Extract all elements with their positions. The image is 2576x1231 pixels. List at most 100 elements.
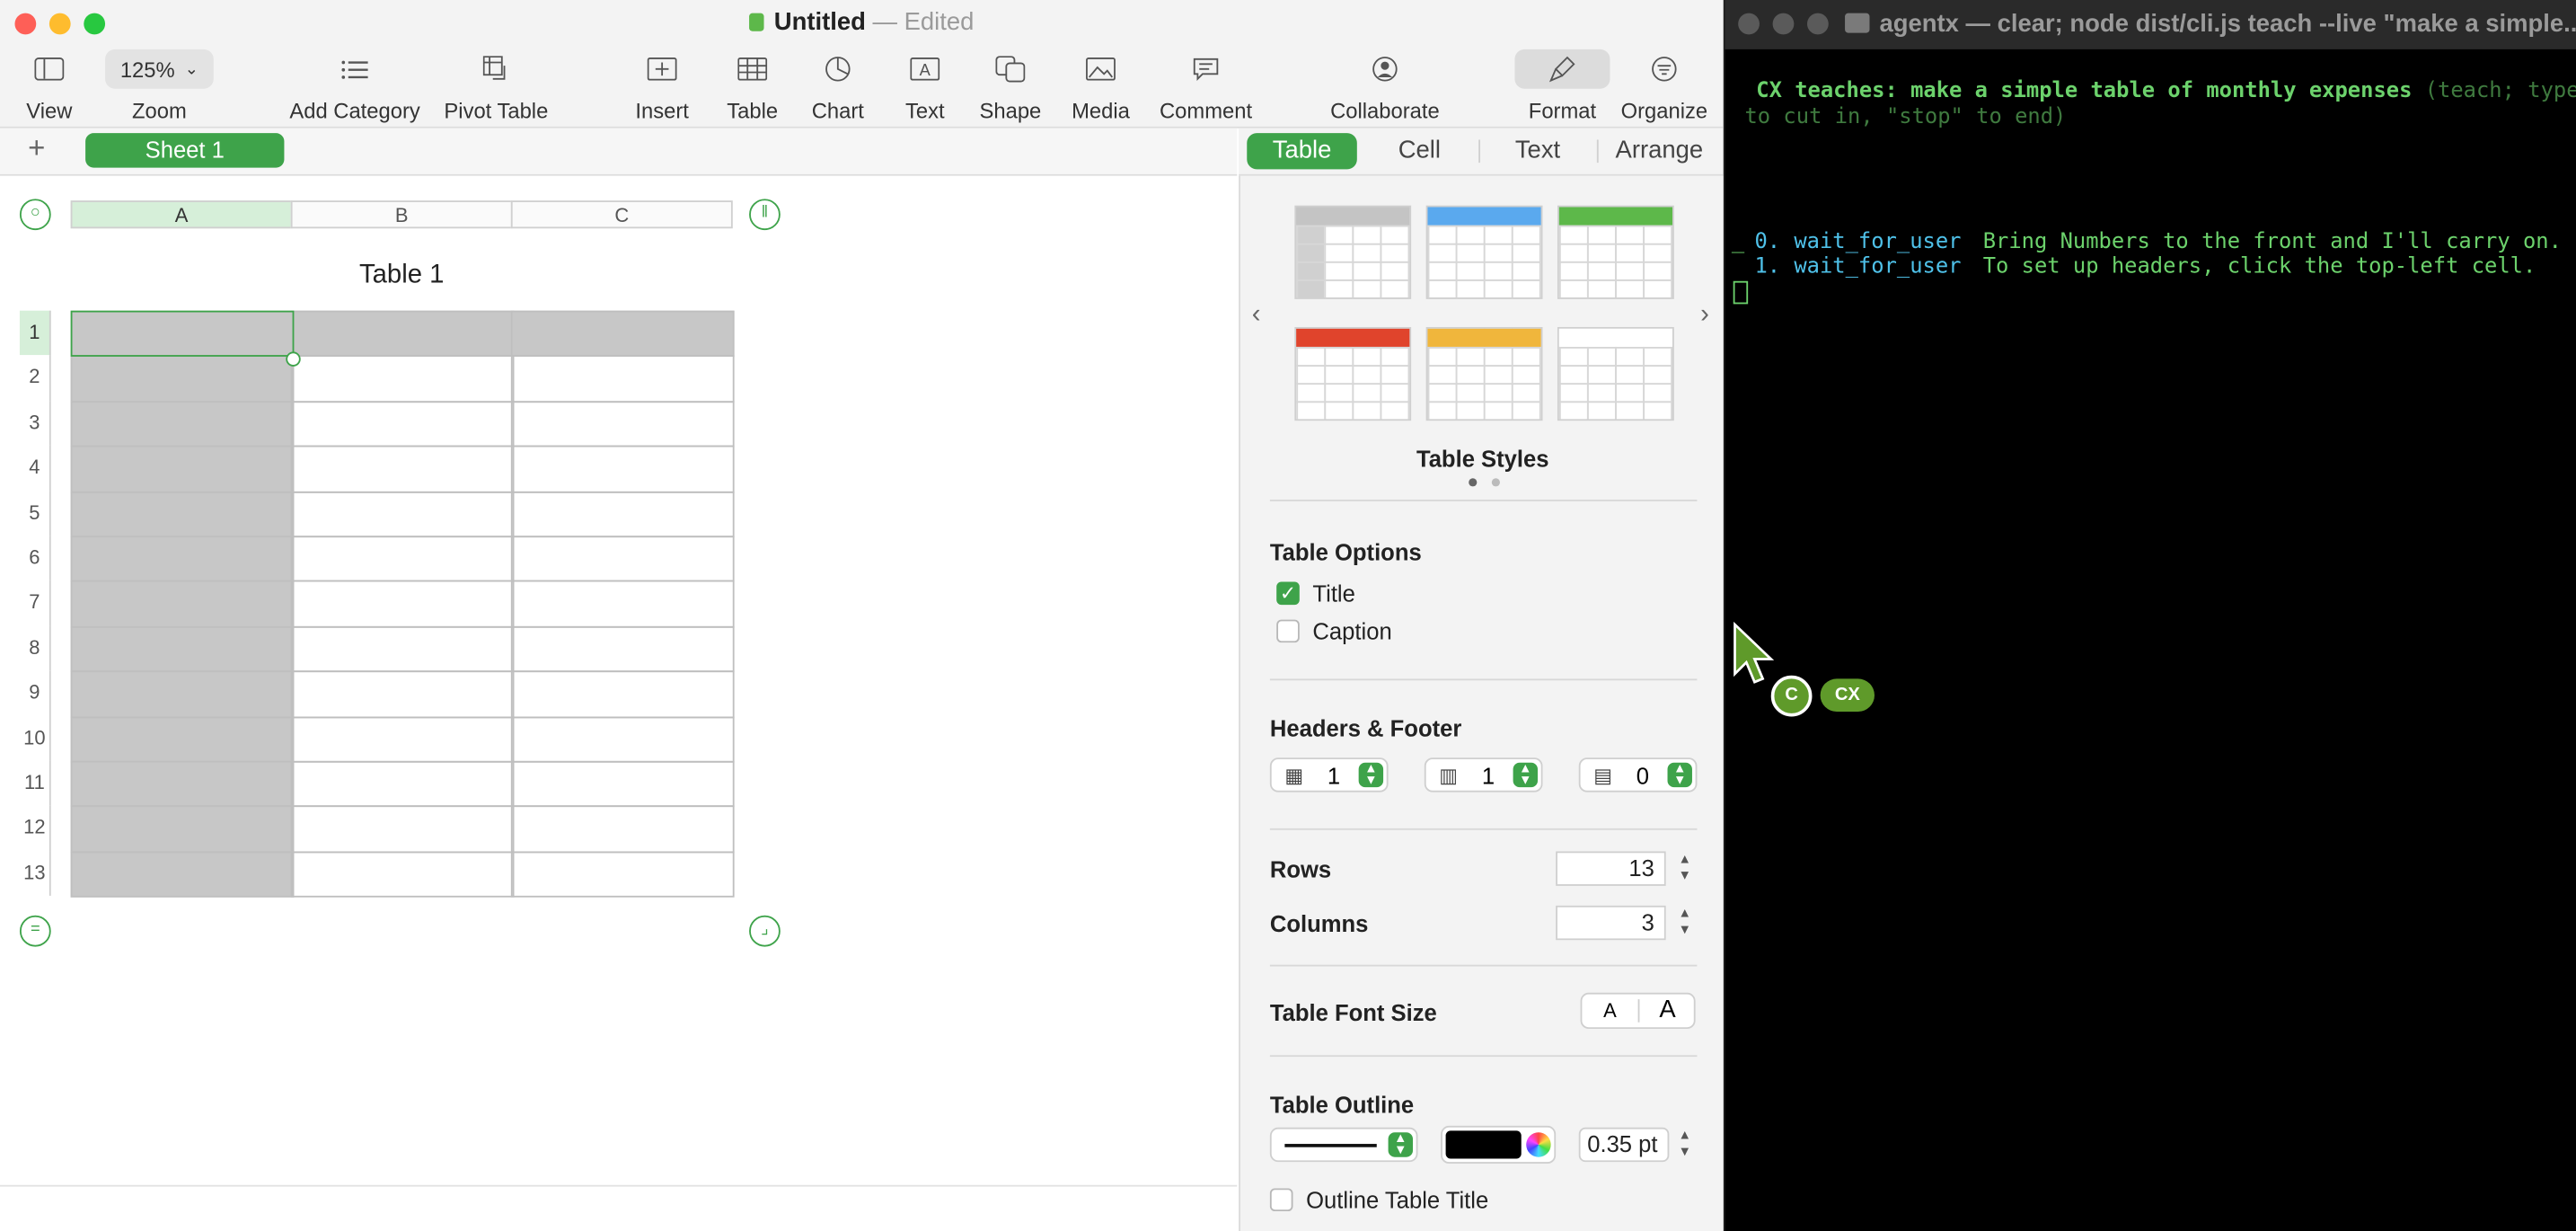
rows-spinner[interactable]: ▲ ▼ — [1676, 851, 1694, 885]
stepper-arrows[interactable]: ▲ ▼ — [1667, 762, 1692, 788]
increase-font-button[interactable]: A — [1639, 996, 1695, 1023]
table-cell[interactable] — [290, 536, 515, 583]
resize-table-handle[interactable]: ⌟ — [749, 915, 781, 947]
header-rows-stepper[interactable]: ▦ 1 ▲ ▼ — [1269, 757, 1389, 793]
footer-rows-stepper[interactable]: ▤ 0 ▲ ▼ — [1578, 757, 1698, 793]
row-header[interactable]: 10 — [20, 715, 51, 761]
table-cell[interactable] — [290, 310, 515, 358]
table-cell[interactable] — [70, 851, 295, 899]
table-cell[interactable] — [70, 580, 295, 628]
table-cell[interactable] — [290, 446, 515, 492]
pivot-table-button[interactable]: Pivot Table — [437, 49, 556, 123]
color-wheel-icon[interactable] — [1526, 1132, 1551, 1157]
column-header-a[interactable]: A — [70, 200, 293, 229]
row-header[interactable]: 5 — [20, 491, 51, 536]
chart-button[interactable]: Chart — [805, 49, 870, 123]
add-column-handle[interactable]: ‖ — [749, 199, 781, 231]
table-cell[interactable] — [70, 805, 295, 853]
tab-text[interactable]: Text — [1488, 133, 1587, 169]
tab-arrange[interactable]: Arrange — [1607, 133, 1712, 169]
stepper-arrows[interactable]: ▲ ▼ — [1358, 762, 1384, 788]
zoom-select[interactable]: 125% ⌄ — [105, 49, 214, 89]
insert-button[interactable]: Insert — [630, 49, 695, 123]
table-cell[interactable] — [70, 670, 295, 718]
minimize-window-button[interactable] — [1772, 13, 1795, 35]
rows-field[interactable]: 13 — [1556, 851, 1666, 886]
row-header[interactable]: 2 — [20, 355, 51, 401]
format-button[interactable]: Format — [1512, 49, 1613, 123]
media-button[interactable]: Media — [1064, 49, 1136, 123]
table-style-thumbnail[interactable] — [1425, 205, 1543, 299]
sheet-canvas[interactable]: ○ ‖ = ⌟ A B C Table 1 1 2 3 4 5 6 7 8 9 10 11 12 13 — [0, 175, 1238, 1231]
outline-width-spinner[interactable]: ▲ ▼ — [1676, 1128, 1694, 1162]
table-style-thumbnail[interactable] — [1557, 205, 1674, 299]
view-button[interactable]: View — [16, 49, 82, 123]
caption-checkbox[interactable] — [1276, 619, 1300, 643]
stepper-arrows[interactable]: ▲ ▼ — [1513, 762, 1539, 788]
columns-field[interactable]: 3 — [1556, 905, 1666, 941]
table-cell[interactable] — [70, 715, 295, 763]
table-cell[interactable] — [510, 851, 735, 899]
table-cell[interactable] — [70, 400, 295, 447]
table-cell[interactable] — [510, 355, 735, 403]
table-cell[interactable] — [70, 760, 295, 808]
stepper-arrows[interactable]: ▲ ▼ — [1388, 1131, 1414, 1157]
add-category-button[interactable]: Add Category — [283, 49, 428, 123]
row-header[interactable]: 13 — [20, 851, 51, 897]
table-cell[interactable] — [290, 580, 515, 628]
table-cell[interactable] — [510, 670, 735, 718]
select-all-button[interactable]: ○ — [19, 199, 51, 231]
table-title[interactable]: Table 1 — [71, 261, 733, 291]
table-cell[interactable] — [510, 491, 735, 538]
row-header[interactable]: 7 — [20, 580, 51, 626]
table-cell[interactable] — [510, 400, 735, 447]
table-cell[interactable] — [510, 310, 735, 358]
collaborate-button[interactable]: Collaborate — [1324, 49, 1445, 123]
table-cell[interactable] — [70, 446, 295, 492]
table-cell[interactable] — [290, 670, 515, 718]
table-cell[interactable] — [290, 805, 515, 853]
table-cell[interactable] — [290, 491, 515, 538]
column-header-c[interactable]: C — [510, 200, 733, 229]
table-cell[interactable] — [290, 851, 515, 899]
selection-handle[interactable] — [286, 351, 301, 367]
table-cell[interactable] — [290, 715, 515, 763]
table-cell[interactable] — [70, 536, 295, 583]
column-header-b[interactable]: B — [290, 200, 513, 229]
table-cell[interactable] — [290, 355, 515, 403]
table-style-thumbnail[interactable] — [1557, 326, 1674, 421]
organize-button[interactable]: Organize — [1617, 49, 1712, 123]
zoom-control[interactable]: 125% ⌄ Zoom — [101, 49, 216, 123]
table-cell[interactable] — [290, 400, 515, 447]
add-row-handle[interactable]: = — [19, 915, 51, 947]
columns-spinner[interactable]: ▲ ▼ — [1676, 906, 1694, 940]
table-cell[interactable] — [510, 760, 735, 808]
row-header[interactable]: 3 — [20, 400, 51, 447]
table-style-thumbnail[interactable] — [1294, 205, 1412, 299]
table-style-thumbnail[interactable] — [1294, 326, 1412, 421]
outline-style-select[interactable]: ▲ ▼ — [1269, 1127, 1418, 1163]
zoom-window-button[interactable] — [1806, 13, 1829, 35]
outline-title-checkbox[interactable] — [1269, 1188, 1293, 1212]
decrease-font-button[interactable]: A — [1582, 999, 1637, 1023]
row-header[interactable]: 11 — [20, 760, 51, 806]
table-cell[interactable] — [510, 625, 735, 673]
row-header[interactable]: 4 — [20, 446, 51, 492]
add-sheet-button[interactable]: + — [28, 131, 45, 165]
title-checkbox[interactable]: ✓ — [1276, 581, 1300, 606]
close-window-button[interactable] — [1738, 13, 1760, 35]
table-cell[interactable] — [70, 310, 295, 358]
chevron-right-icon[interactable]: › — [1700, 301, 1709, 331]
outline-width-field[interactable]: 0.35 pt — [1578, 1127, 1670, 1163]
table-cell[interactable] — [510, 715, 735, 763]
text-button[interactable]: A Text — [892, 49, 957, 123]
tab-cell[interactable]: Cell — [1370, 133, 1469, 169]
table-cell[interactable] — [70, 491, 295, 538]
table-cell[interactable] — [510, 446, 735, 492]
comment-button[interactable]: Comment — [1157, 49, 1256, 123]
table-cell[interactable] — [290, 760, 515, 808]
row-header[interactable]: 6 — [20, 536, 51, 581]
chevron-left-icon[interactable]: ‹ — [1252, 301, 1261, 331]
table-cell[interactable] — [510, 580, 735, 628]
table-button[interactable]: Table — [719, 49, 785, 123]
